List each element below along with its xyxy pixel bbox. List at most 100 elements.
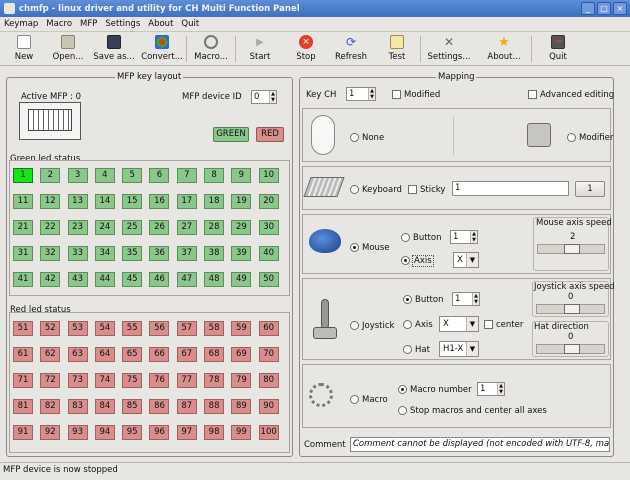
red-led-53[interactable]: 53 (67, 321, 88, 336)
toolbar-settings-button[interactable]: ✕ Settings... (421, 32, 477, 65)
red-led-70[interactable]: 70 (258, 347, 279, 362)
green-led-5[interactable]: 5 (122, 168, 143, 183)
green-led-29[interactable]: 29 (231, 220, 252, 235)
red-led-72[interactable]: 72 (40, 373, 61, 388)
red-led-80[interactable]: 80 (258, 373, 279, 388)
green-led-28[interactable]: 28 (204, 220, 225, 235)
red-led-51[interactable]: 51 (13, 321, 33, 336)
green-led-41[interactable]: 41 (13, 272, 33, 287)
green-led-18[interactable]: 18 (204, 194, 225, 209)
keyboard-value-input[interactable]: 1 (452, 181, 569, 196)
red-led-98[interactable]: 98 (204, 425, 225, 440)
green-led-36[interactable]: 36 (149, 246, 170, 261)
red-led-94[interactable]: 94 (94, 425, 115, 440)
red-led-76[interactable]: 76 (149, 373, 170, 388)
green-led-23[interactable]: 23 (67, 220, 88, 235)
red-led-91[interactable]: 91 (13, 425, 33, 440)
red-led-100[interactable]: 100 (258, 425, 279, 440)
green-led-44[interactable]: 44 (94, 272, 115, 287)
green-led-14[interactable]: 14 (94, 194, 115, 209)
red-led-67[interactable]: 67 (176, 347, 197, 362)
green-led-24[interactable]: 24 (94, 220, 115, 235)
red-led-63[interactable]: 63 (67, 347, 88, 362)
green-led-20[interactable]: 20 (258, 194, 279, 209)
close-button[interactable]: × (613, 2, 627, 15)
green-led-2[interactable]: 2 (40, 168, 61, 183)
joystick-hat-combo[interactable]: H1-X ▼ (439, 341, 479, 357)
mouse-axis-combo[interactable]: X ▼ (453, 252, 479, 268)
keyboard-radio[interactable] (350, 185, 359, 194)
menu-macro[interactable]: Macro (46, 19, 72, 29)
green-led-33[interactable]: 33 (67, 246, 88, 261)
red-led-60[interactable]: 60 (258, 321, 279, 336)
red-button[interactable]: RED (256, 127, 284, 142)
green-led-15[interactable]: 15 (122, 194, 143, 209)
red-led-71[interactable]: 71 (13, 373, 33, 388)
red-led-68[interactable]: 68 (204, 347, 225, 362)
spinner-arrows[interactable]: ▲ ▼ (470, 231, 477, 243)
green-led-31[interactable]: 31 (13, 246, 33, 261)
green-led-21[interactable]: 21 (13, 220, 33, 235)
green-led-19[interactable]: 19 (231, 194, 252, 209)
menu-about[interactable]: About (148, 19, 173, 29)
green-led-47[interactable]: 47 (176, 272, 197, 287)
slider-thumb[interactable] (564, 304, 580, 314)
macro-number-spinner[interactable]: 1 ▲ ▼ (477, 382, 505, 396)
menu-quit[interactable]: Quit (181, 19, 199, 29)
green-led-32[interactable]: 32 (40, 246, 61, 261)
red-led-73[interactable]: 73 (67, 373, 88, 388)
green-button[interactable]: GREEN (213, 127, 249, 142)
green-led-3[interactable]: 3 (67, 168, 88, 183)
green-led-39[interactable]: 39 (231, 246, 252, 261)
red-led-93[interactable]: 93 (67, 425, 88, 440)
red-led-59[interactable]: 59 (231, 321, 252, 336)
minimize-button[interactable]: _ (581, 2, 595, 15)
red-led-81[interactable]: 81 (13, 399, 33, 414)
toolbar-open-button[interactable]: Open... (46, 32, 90, 65)
spinner-arrows[interactable]: ▲ ▼ (368, 88, 375, 100)
red-led-61[interactable]: 61 (13, 347, 33, 362)
joystick-axis-combo[interactable]: X ▼ (439, 316, 479, 332)
spinner-arrows[interactable]: ▲ ▼ (269, 91, 276, 103)
red-led-92[interactable]: 92 (40, 425, 61, 440)
toolbar-convert-button[interactable]: Convert... (138, 32, 186, 65)
red-led-69[interactable]: 69 (231, 347, 252, 362)
toolbar-refresh-button[interactable]: ⟳ Refresh (328, 32, 374, 65)
red-led-85[interactable]: 85 (122, 399, 143, 414)
red-led-62[interactable]: 62 (40, 347, 61, 362)
keyboard-key-button[interactable]: 1 (575, 181, 605, 197)
red-led-52[interactable]: 52 (40, 321, 61, 336)
green-led-4[interactable]: 4 (94, 168, 115, 183)
mouse-button-radio[interactable] (401, 233, 410, 242)
comment-input[interactable]: Comment cannot be displayed (not encoded… (350, 437, 610, 452)
spinner-arrows[interactable]: ▲ ▼ (497, 383, 504, 395)
red-led-55[interactable]: 55 (122, 321, 143, 336)
green-led-37[interactable]: 37 (176, 246, 197, 261)
slider-thumb[interactable] (564, 244, 580, 254)
green-led-22[interactable]: 22 (40, 220, 61, 235)
joystick-hat-radio[interactable] (403, 345, 412, 354)
green-led-11[interactable]: 11 (13, 194, 33, 209)
green-led-25[interactable]: 25 (122, 220, 143, 235)
toolbar-save-button[interactable]: Save as... (90, 32, 138, 65)
red-led-90[interactable]: 90 (258, 399, 279, 414)
green-led-8[interactable]: 8 (204, 168, 225, 183)
red-led-66[interactable]: 66 (149, 347, 170, 362)
green-led-35[interactable]: 35 (122, 246, 143, 261)
red-led-78[interactable]: 78 (204, 373, 225, 388)
spinner-arrows[interactable]: ▲ ▼ (472, 293, 479, 305)
green-led-48[interactable]: 48 (204, 272, 225, 287)
red-led-83[interactable]: 83 (67, 399, 88, 414)
red-led-87[interactable]: 87 (176, 399, 197, 414)
toolbar-quit-button[interactable]: → Quit (532, 32, 584, 65)
green-led-50[interactable]: 50 (258, 272, 279, 287)
toolbar-macro-button[interactable]: Macro... (187, 32, 235, 65)
macro-number-radio[interactable] (398, 385, 407, 394)
red-led-74[interactable]: 74 (94, 373, 115, 388)
red-led-96[interactable]: 96 (149, 425, 170, 440)
red-led-89[interactable]: 89 (231, 399, 252, 414)
mouse-button-spinner[interactable]: 1 ▲ ▼ (450, 230, 478, 244)
red-led-84[interactable]: 84 (94, 399, 115, 414)
red-led-64[interactable]: 64 (94, 347, 115, 362)
green-led-9[interactable]: 9 (231, 168, 252, 183)
